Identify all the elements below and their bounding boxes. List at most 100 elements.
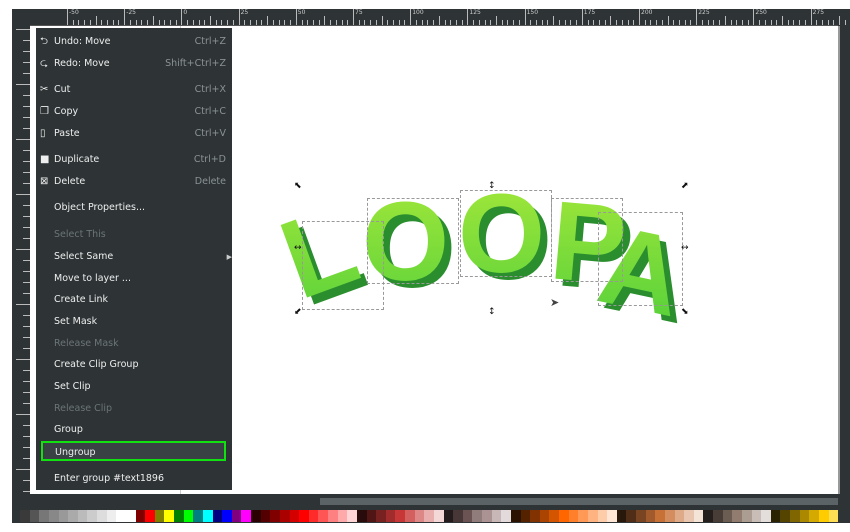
color-swatch[interactable] <box>809 510 819 522</box>
color-swatch[interactable] <box>97 510 107 522</box>
color-swatch[interactable] <box>251 510 261 522</box>
color-swatch[interactable] <box>722 510 733 522</box>
color-swatch[interactable] <box>308 510 319 522</box>
color-swatch[interactable] <box>578 510 588 522</box>
color-swatch[interactable] <box>241 510 251 522</box>
color-swatch[interactable] <box>780 510 790 522</box>
color-swatch[interactable] <box>299 510 309 522</box>
color-swatch[interactable] <box>616 510 627 522</box>
color-swatch[interactable] <box>443 510 454 522</box>
scale-handle-n[interactable]: ↕ <box>488 182 496 191</box>
color-swatch[interactable] <box>770 510 781 522</box>
menu-item-duplicate[interactable]: ■ Duplicate Ctrl+D <box>36 150 232 170</box>
color-swatch[interactable] <box>29 510 40 522</box>
color-swatch[interactable] <box>212 510 223 522</box>
menu-item-move-to-layer[interactable]: Move to layer ... <box>36 269 232 289</box>
color-swatch[interactable] <box>183 510 194 522</box>
color-swatch[interactable] <box>790 510 800 522</box>
color-swatch[interactable] <box>482 510 492 522</box>
color-swatch[interactable] <box>597 510 608 522</box>
color-swatch[interactable] <box>549 510 559 522</box>
color-swatch[interactable] <box>318 510 328 522</box>
color-swatch[interactable] <box>116 510 126 522</box>
color-swatch[interactable] <box>732 510 742 522</box>
menu-item-select-this[interactable]: Select This <box>36 225 232 245</box>
color-swatch[interactable] <box>347 510 357 522</box>
color-swatch[interactable] <box>684 510 694 522</box>
color-swatch[interactable] <box>222 510 232 522</box>
color-swatch[interactable] <box>693 510 704 522</box>
color-swatch[interactable] <box>193 510 203 522</box>
color-swatch[interactable] <box>289 510 300 522</box>
menu-item-set-clip[interactable]: Set Clip <box>36 377 232 397</box>
color-swatch[interactable] <box>395 510 405 522</box>
color-swatch[interactable] <box>270 510 280 522</box>
color-swatch[interactable] <box>636 510 646 522</box>
menu-item-redo-move[interactable]: ⮎ Redo: Move Shift+Ctrl+Z <box>36 54 232 74</box>
color-swatch[interactable] <box>828 510 839 522</box>
color-swatch[interactable] <box>703 510 713 522</box>
color-swatch[interactable] <box>145 510 155 522</box>
color-swatch[interactable] <box>539 510 550 522</box>
menu-item-create-link[interactable]: Create Link <box>36 290 232 310</box>
color-swatch[interactable] <box>587 510 598 522</box>
color-swatch[interactable] <box>424 510 434 522</box>
color-swatch[interactable] <box>530 510 540 522</box>
color-swatch[interactable] <box>741 510 752 522</box>
scale-handle-w[interactable]: ↔ <box>294 244 302 253</box>
color-swatch[interactable] <box>491 510 502 522</box>
menu-item-delete[interactable]: ⊠ Delete Delete <box>36 172 232 192</box>
color-swatch[interactable] <box>433 510 444 522</box>
color-swatch[interactable] <box>337 510 348 522</box>
color-swatch[interactable] <box>87 510 97 522</box>
scale-handle-sw[interactable]: ⬋ <box>294 308 302 317</box>
color-swatch[interactable] <box>260 510 271 522</box>
menu-item-paste[interactable]: ▯ Paste Ctrl+V <box>36 124 232 144</box>
color-swatch[interactable] <box>520 510 531 522</box>
color-swatch[interactable] <box>39 510 49 522</box>
color-swatch[interactable] <box>20 510 30 522</box>
color-swatch[interactable] <box>106 510 117 522</box>
color-swatch[interactable] <box>462 510 473 522</box>
color-swatch[interactable] <box>799 510 810 522</box>
color-swatch[interactable] <box>328 510 338 522</box>
color-swatch[interactable] <box>405 510 415 522</box>
color-swatch[interactable] <box>751 510 762 522</box>
color-swatch[interactable] <box>174 510 184 522</box>
color-swatch[interactable] <box>58 510 69 522</box>
color-swatch[interactable] <box>761 510 771 522</box>
menu-item-ungroup[interactable]: Ungroup <box>41 441 226 461</box>
color-swatch[interactable] <box>414 510 425 522</box>
color-swatch[interactable] <box>154 510 165 522</box>
horizontal-scrollbar[interactable] <box>320 498 838 505</box>
color-swatch[interactable] <box>356 510 367 522</box>
menu-item-group[interactable]: Group <box>36 420 232 440</box>
color-swatch[interactable] <box>510 510 521 522</box>
color-swatch[interactable] <box>607 510 617 522</box>
color-swatch[interactable] <box>626 510 636 522</box>
color-swatch[interactable] <box>125 510 136 522</box>
color-swatch[interactable] <box>501 510 511 522</box>
color-swatch[interactable] <box>68 510 78 522</box>
menu-item-copy[interactable]: ❐ Copy Ctrl+C <box>36 102 232 122</box>
menu-item-undo-move[interactable]: ⮌ Undo: Move Ctrl+Z <box>36 32 232 52</box>
color-palette[interactable] <box>20 510 839 522</box>
color-swatch[interactable] <box>164 510 174 522</box>
menu-item-cut[interactable]: ✂ Cut Ctrl+X <box>36 80 232 100</box>
color-swatch[interactable] <box>48 510 59 522</box>
menu-item-object-properties[interactable]: Object Properties... <box>36 198 232 218</box>
color-swatch[interactable] <box>231 510 242 522</box>
menu-item-set-mask[interactable]: Set Mask <box>36 312 232 332</box>
color-swatch[interactable] <box>77 510 88 522</box>
menu-item-release-mask[interactable]: Release Mask <box>36 334 232 354</box>
scale-handle-s[interactable]: ↕ <box>488 308 496 317</box>
color-swatch[interactable] <box>568 510 579 522</box>
color-swatch[interactable] <box>366 510 377 522</box>
menu-item-release-clip[interactable]: Release Clip <box>36 399 232 419</box>
color-swatch[interactable] <box>279 510 290 522</box>
color-swatch[interactable] <box>202 510 213 522</box>
menu-item-select-same[interactable]: Select Same ▶ <box>36 247 232 267</box>
scale-handle-se[interactable]: ⬊ <box>681 308 689 317</box>
color-swatch[interactable] <box>664 510 675 522</box>
scale-handle-ne[interactable]: ⬈ <box>681 182 689 191</box>
